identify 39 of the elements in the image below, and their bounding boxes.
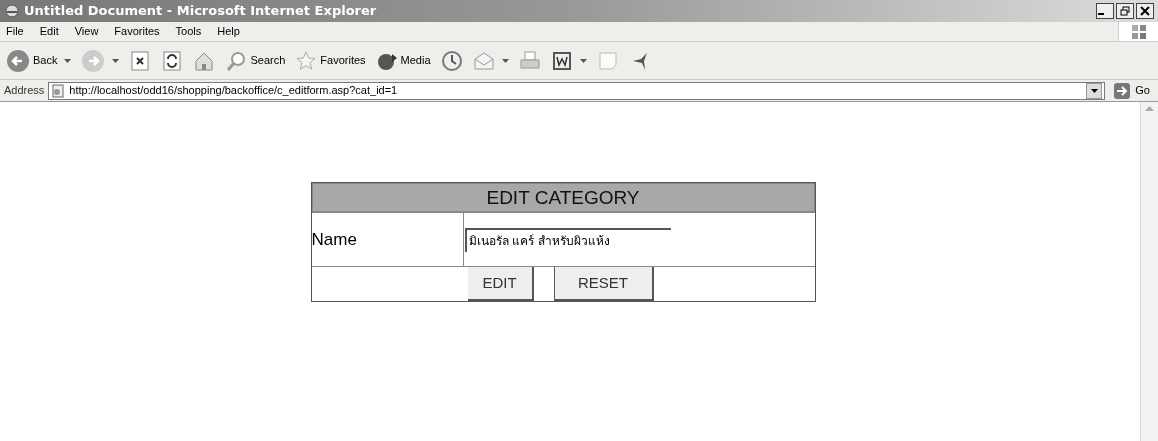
- menu-item[interactable]: Edit: [39, 23, 59, 40]
- reset-button[interactable]: RESET: [553, 267, 654, 301]
- arrow-right-icon: [1113, 81, 1132, 100]
- menu-item[interactable]: View: [74, 23, 99, 40]
- name-field[interactable]: มิเนอรัล แคร์ สำหรับผิวแห้ง: [464, 227, 671, 252]
- restore-icon: [1120, 6, 1130, 16]
- star-icon: [295, 49, 318, 72]
- back-button[interactable]: Back: [4, 44, 74, 77]
- restore-button[interactable]: [1116, 3, 1134, 19]
- refresh-icon: [161, 49, 184, 72]
- caret-icon[interactable]: [579, 58, 587, 63]
- caret-icon[interactable]: [112, 58, 120, 63]
- media-button[interactable]: Media: [373, 44, 433, 77]
- minimize-button[interactable]: [1096, 3, 1114, 19]
- address-field[interactable]: http://localhost/odd16/shopping/backoffice/c_editform.asp?cat_id=1: [48, 81, 1106, 100]
- menu-item[interactable]: Help: [217, 23, 240, 40]
- search-button[interactable]: Search: [223, 44, 288, 77]
- printer-icon: [518, 49, 541, 72]
- menu-item[interactable]: File: [6, 23, 24, 40]
- document-w-icon: [550, 49, 573, 72]
- go-button[interactable]: Go: [1109, 81, 1154, 100]
- page-icon: [51, 83, 66, 98]
- clock-icon: [440, 49, 463, 72]
- close-button[interactable]: [1136, 3, 1154, 19]
- note-icon: [596, 49, 619, 72]
- menu-item[interactable]: Tools: [175, 23, 202, 40]
- caret-icon[interactable]: [64, 58, 72, 63]
- caret-icon[interactable]: [501, 58, 509, 63]
- edit-button[interactable]: EDIT: [467, 267, 534, 301]
- window-title: Untitled Document - Microsoft Internet Explorer: [24, 2, 377, 21]
- windows-logo-icon: [1129, 23, 1148, 40]
- field-label: Name: [311, 228, 357, 251]
- favorites-button[interactable]: Favorites: [293, 44, 368, 77]
- search-icon: [225, 49, 248, 72]
- menu-item[interactable]: Favorites: [114, 23, 160, 40]
- close-icon: [1140, 6, 1150, 16]
- table-header: EDIT CATEGORY: [311, 183, 815, 212]
- address-label: Address: [4, 83, 45, 99]
- stop-icon: [129, 49, 152, 72]
